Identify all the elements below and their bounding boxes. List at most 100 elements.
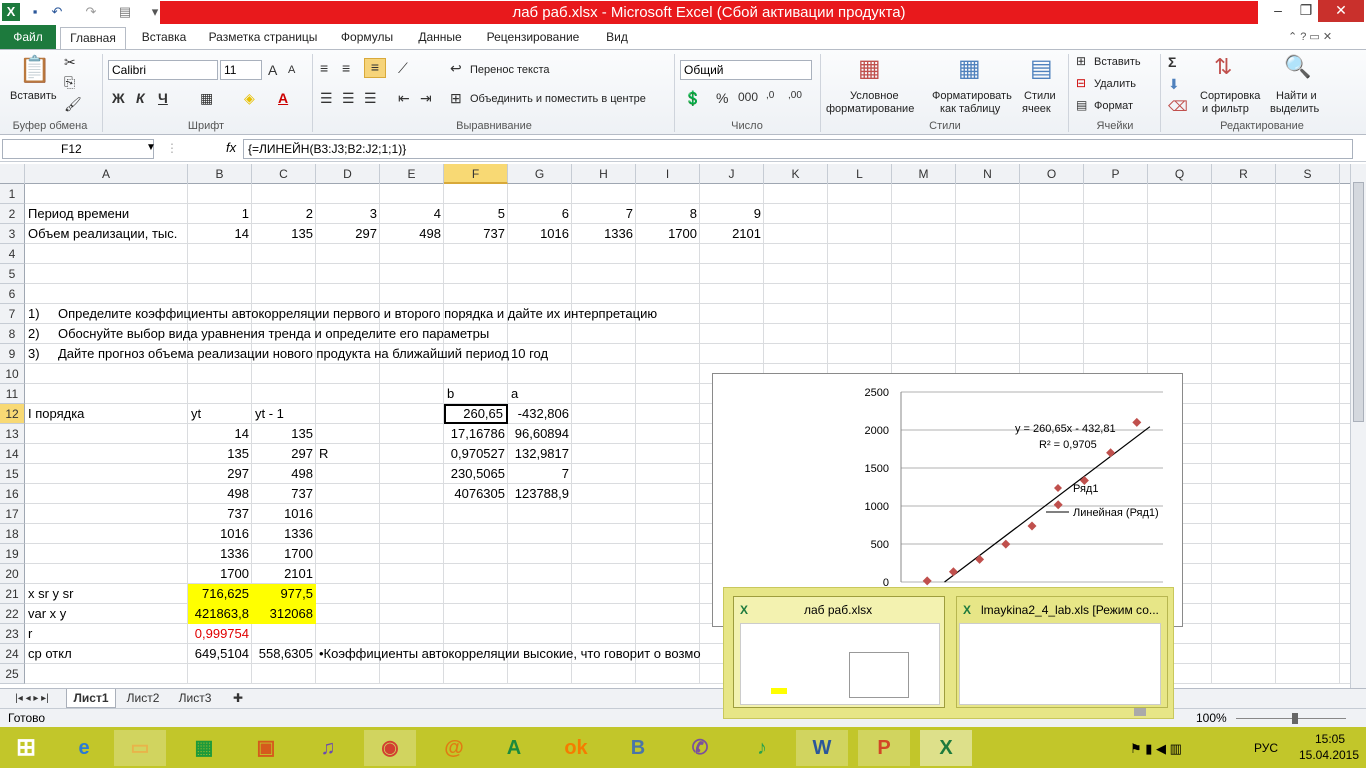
cell-b15[interactable]: 297 [188,464,252,484]
cell-g3[interactable]: 1016 [508,224,572,244]
cell-b17[interactable]: 737 [188,504,252,524]
row-header-12[interactable]: 12 [0,404,25,424]
save-icon[interactable]: ▪ [26,3,44,21]
copy-icon[interactable]: ⎘ [64,74,75,91]
cell-a2[interactable]: Период времени [25,204,132,224]
cell-f3[interactable]: 737 [444,224,508,244]
tab-insert[interactable]: Вставка [134,27,194,49]
cell-c16[interactable]: 737 [252,484,316,504]
chrome-icon[interactable]: ◉ [364,730,416,766]
mail-icon[interactable]: @ [428,730,480,766]
cell-b18[interactable]: 1016 [188,524,252,544]
tab-review[interactable]: Рецензирование [478,27,588,49]
format-table-line1[interactable]: Форматировать [932,90,1012,102]
row-header-1[interactable]: 1 [0,184,25,204]
cell-f2[interactable]: 5 [444,204,508,224]
formula-input[interactable]: {=ЛИНЕЙН(B3:J3;B2:J2;1;1)} [243,139,1353,159]
row-header-6[interactable]: 6 [0,284,25,304]
cell-c15[interactable]: 498 [252,464,316,484]
cell-b19[interactable]: 1336 [188,544,252,564]
paste-button[interactable]: Вставить [10,90,57,102]
cut-icon[interactable]: ✂ [64,54,76,71]
merge-button[interactable]: Объединить и поместить в центре [470,93,646,105]
cell-b12[interactable]: yt [188,404,204,424]
row-header-5[interactable]: 5 [0,264,25,284]
autosum-icon[interactable]: Σ [1168,54,1176,70]
row-header-4[interactable]: 4 [0,244,25,264]
font-size-combo[interactable]: 11 [220,60,262,80]
column-header-m[interactable]: M [892,164,956,184]
bold-button[interactable]: Ж [112,90,125,106]
row-header-9[interactable]: 9 [0,344,25,364]
row-header-18[interactable]: 18 [0,524,25,544]
cell-f13[interactable]: 17,16786 [444,424,508,444]
find-select-icon[interactable]: 🔍 [1284,54,1311,80]
sort-line2[interactable]: и фильтр [1202,103,1249,115]
cell-styles-icon[interactable]: ▤ [1030,54,1053,83]
word-icon[interactable]: W [796,730,848,766]
align-left-icon[interactable]: ☰ [320,90,333,107]
tray-date[interactable]: 15.04.2015 [1292,748,1366,762]
row-header-3[interactable]: 3 [0,224,25,244]
start-button-icon[interactable]: ⊞ [0,730,52,766]
cell-c24[interactable]: 558,6305 [252,644,316,664]
row-header-24[interactable]: 24 [0,644,25,664]
cell-c19[interactable]: 1700 [252,544,316,564]
column-header-o[interactable]: O [1020,164,1084,184]
column-header-n[interactable]: N [956,164,1020,184]
cell-a9n[interactable]: 3) [25,344,43,364]
cell-e3[interactable]: 498 [380,224,444,244]
cond-format-line2[interactable]: форматирование [826,103,914,115]
name-box-dropdown-icon[interactable]: ▼ [146,142,156,153]
cell-h2[interactable]: 7 [572,204,636,224]
zoom-level[interactable]: 100% [1196,711,1227,725]
align-center-icon[interactable]: ☰ [342,90,355,107]
column-header-f[interactable]: F [444,164,508,184]
row-header-13[interactable]: 13 [0,424,25,444]
insert-function-icon[interactable]: fx [226,140,236,155]
cell-c18[interactable]: 1336 [252,524,316,544]
insert-cells-button[interactable]: Вставить [1094,56,1141,68]
row-header-15[interactable]: 15 [0,464,25,484]
scroll-thumb[interactable] [1353,182,1364,422]
paste-icon[interactable]: 📋 [18,54,52,88]
ok-icon[interactable]: ok [550,730,602,766]
column-header-d[interactable]: D [316,164,380,184]
cell-g2[interactable]: 6 [508,204,572,224]
undo-icon[interactable]: ↶ [48,3,66,21]
money-icon[interactable]: A [488,730,540,766]
cell-styles-line2[interactable]: ячеек [1022,103,1051,115]
cell-c2[interactable]: 2 [252,204,316,224]
row-header-19[interactable]: 19 [0,544,25,564]
grow-font-icon[interactable]: A [268,62,277,78]
format-table-icon[interactable]: ▦ [958,54,981,83]
fill-color-icon[interactable]: ◈ [244,90,255,107]
cell-j3[interactable]: 2101 [700,224,764,244]
cell-j2[interactable]: 9 [700,204,764,224]
tab-view[interactable]: Вид [596,27,638,49]
clear-icon[interactable]: ⌫ [1168,98,1188,115]
cond-format-line1[interactable]: Условное [850,90,899,102]
close-icon[interactable]: ✕ [1318,0,1364,22]
column-header-b[interactable]: B [188,164,252,184]
row-header-11[interactable]: 11 [0,384,25,404]
column-header-e[interactable]: E [380,164,444,184]
cell-a7[interactable]: Определите коэффициенты автокорреляции п… [55,304,660,324]
cell-g13[interactable]: 96,60894 [508,424,572,444]
percent-icon[interactable]: % [716,90,728,106]
cell-a7n[interactable]: 1) [25,304,43,324]
tab-home[interactable]: Главная [60,27,126,49]
align-right-icon[interactable]: ☰ [364,90,377,107]
merge-icon[interactable]: ⊞ [450,90,462,107]
vk-icon[interactable]: B [612,730,664,766]
row-header-22[interactable]: 22 [0,604,25,624]
insert-cells-icon[interactable]: ⊞ [1076,54,1086,68]
cell-b24[interactable]: 649,5104 [188,644,252,664]
increase-indent-icon[interactable]: ⇥ [420,90,432,107]
zoom-slider[interactable] [1236,718,1346,719]
cell-g12[interactable]: -432,806 [508,404,572,424]
cell-e2[interactable]: 4 [380,204,444,224]
font-name-combo[interactable]: Calibri [108,60,218,80]
cell-f14[interactable]: 0,970527 [444,444,508,464]
cell-f16[interactable]: 4076305 [444,484,508,504]
